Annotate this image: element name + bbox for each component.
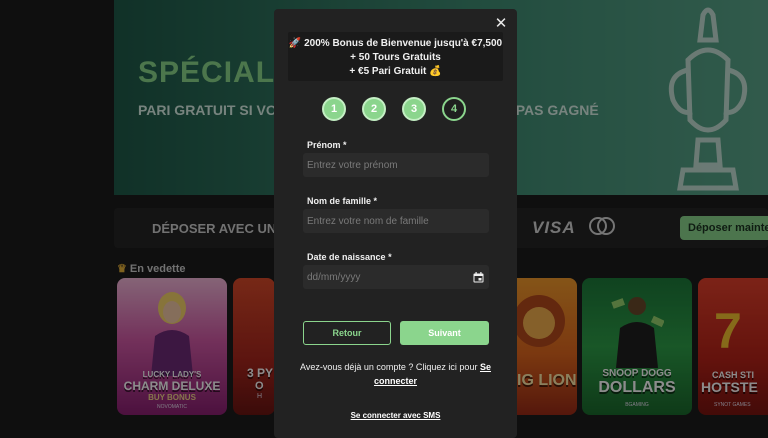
step-indicator: 1 2 3 4 [322, 97, 472, 123]
bonus-line-3: + €5 Pari Gratuit 💰 [349, 66, 442, 77]
birth-date-placeholder: dd/mm/yyyy [307, 271, 361, 283]
step-3: 3 [402, 97, 426, 121]
step-4: 4 [442, 97, 466, 121]
first-name-label: Prénom * [307, 140, 347, 150]
page: SPÉCIAL L PARI GRATUIT SI VOTRE PARI EST… [0, 0, 768, 438]
last-name-label: Nom de famille * [307, 196, 377, 206]
birth-date-input[interactable]: dd/mm/yyyy [303, 265, 489, 289]
bonus-line-2: + 50 Tours Gratuits [350, 52, 441, 63]
first-name-input[interactable] [303, 153, 489, 177]
birth-date-label: Date de naissance * [307, 252, 392, 262]
birth-date-label-text: Date de naissance [307, 252, 386, 262]
next-button[interactable]: Suivant [400, 321, 489, 345]
back-button[interactable]: Retour [303, 321, 391, 345]
required-marker: * [388, 252, 392, 262]
step-2: 2 [362, 97, 386, 121]
registration-modal: ✕ 🚀 200% Bonus de Bienvenue jusqu'à €7,5… [274, 9, 517, 438]
close-icon[interactable]: ✕ [493, 16, 509, 32]
last-name-input[interactable] [303, 209, 489, 233]
login-prompt-text: Avez-vous déjà un compte ? Cliquez ici p… [300, 362, 478, 372]
step-1: 1 [322, 97, 346, 121]
sms-login-link[interactable]: Se connecter avec SMS [274, 411, 517, 420]
first-name-label-text: Prénom [307, 140, 341, 150]
calendar-icon[interactable] [473, 271, 484, 283]
bonus-line-1: 🚀 200% Bonus de Bienvenue jusqu'à €7,500 [288, 38, 503, 49]
required-marker: * [373, 196, 378, 206]
last-name-label-text: Nom de famille [307, 196, 372, 206]
login-prompt: Avez-vous déjà un compte ? Cliquez ici p… [294, 360, 497, 388]
required-marker: * [343, 140, 347, 150]
welcome-bonus-box: 🚀 200% Bonus de Bienvenue jusqu'à €7,500… [288, 32, 503, 81]
